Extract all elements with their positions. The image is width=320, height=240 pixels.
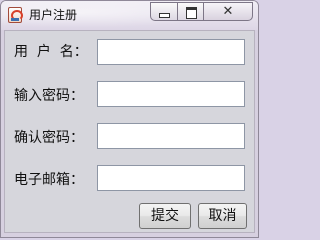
- registration-window: 用户注册 ✕ 用 户 名： 输入密码： 确认密码： 电子邮箱： 提交 取消: [0, 0, 259, 238]
- java-cup-icon: [8, 7, 23, 23]
- close-icon: ✕: [222, 4, 234, 19]
- password-input[interactable]: [97, 81, 245, 107]
- username-input[interactable]: [97, 39, 245, 65]
- submit-button[interactable]: 提交: [139, 203, 191, 229]
- email-label: 电子邮箱：: [14, 172, 84, 188]
- window-title: 用户注册: [29, 8, 78, 22]
- close-button[interactable]: ✕: [203, 2, 253, 21]
- title-bar[interactable]: 用户注册 ✕: [1, 1, 258, 30]
- minimize-button[interactable]: [150, 2, 177, 21]
- caption-buttons: ✕: [150, 2, 253, 21]
- maximize-button[interactable]: [177, 2, 203, 21]
- confirm-password-label: 确认密码：: [14, 130, 84, 146]
- username-label: 用 户 名：: [14, 44, 88, 60]
- password-label: 输入密码：: [14, 88, 84, 104]
- form-panel: 用 户 名： 输入密码： 确认密码： 电子邮箱： 提交 取消: [4, 30, 255, 233]
- cancel-button[interactable]: 取消: [198, 203, 247, 229]
- confirm-password-input[interactable]: [97, 123, 245, 149]
- email-input[interactable]: [97, 165, 245, 191]
